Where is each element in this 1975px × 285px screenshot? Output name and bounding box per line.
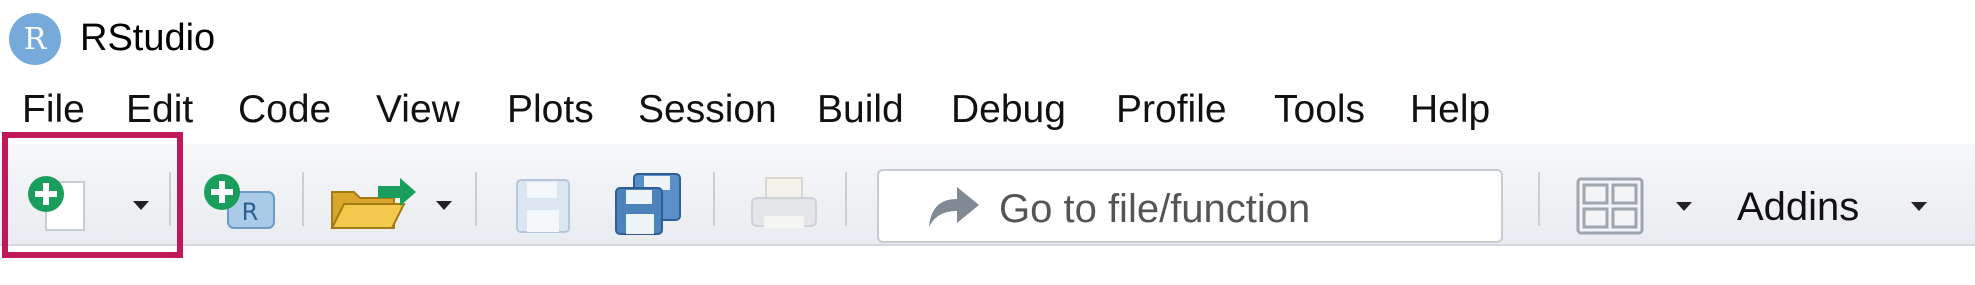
pane-layout-dropdown-caret-icon[interactable] bbox=[1676, 202, 1692, 211]
new-file-button[interactable] bbox=[22, 172, 102, 234]
toolbar-separator bbox=[169, 172, 171, 226]
menu-bar: File Edit Code View Plots Session Build … bbox=[0, 84, 1975, 144]
app-title: RStudio bbox=[80, 17, 216, 59]
toolbar-separator bbox=[302, 172, 304, 226]
pane-layout-button[interactable] bbox=[1575, 176, 1645, 236]
toolbar-separator bbox=[713, 172, 715, 226]
menu-plots[interactable]: Plots bbox=[507, 88, 594, 132]
editor-area-top bbox=[0, 246, 1975, 285]
toolbar-separator bbox=[845, 172, 847, 226]
logo-letter: R bbox=[23, 21, 47, 57]
print-button[interactable] bbox=[748, 174, 820, 234]
new-project-icon: R bbox=[204, 174, 275, 229]
save-icon bbox=[516, 179, 570, 233]
menu-help[interactable]: Help bbox=[1410, 88, 1490, 132]
pane-layout-icon bbox=[1576, 177, 1644, 235]
title-bar: R RStudio bbox=[0, 0, 1975, 80]
menu-view[interactable]: View bbox=[376, 88, 460, 132]
goto-arrow-icon bbox=[929, 187, 979, 227]
open-file-button[interactable] bbox=[328, 172, 418, 236]
new-file-plus-icon bbox=[28, 176, 85, 231]
menu-debug[interactable]: Debug bbox=[951, 88, 1066, 132]
new-file-dropdown-caret-icon[interactable] bbox=[133, 201, 149, 210]
svg-text:R: R bbox=[242, 198, 259, 226]
menu-build[interactable]: Build bbox=[817, 88, 904, 132]
menu-session[interactable]: Session bbox=[638, 88, 777, 132]
toolbar-separator bbox=[475, 172, 477, 226]
menu-file[interactable]: File bbox=[22, 88, 85, 132]
toolbar-separator bbox=[1538, 172, 1540, 226]
addins-dropdown-caret-icon[interactable] bbox=[1911, 202, 1927, 211]
addins-button[interactable]: Addins bbox=[1737, 185, 1859, 230]
print-icon bbox=[751, 177, 817, 228]
goto-placeholder-text: Go to file/function bbox=[999, 187, 1311, 231]
menu-profile[interactable]: Profile bbox=[1116, 88, 1227, 132]
save-button[interactable] bbox=[513, 176, 573, 236]
open-file-dropdown-caret-icon[interactable] bbox=[436, 201, 452, 210]
menu-edit[interactable]: Edit bbox=[126, 88, 193, 132]
open-folder-icon bbox=[330, 178, 416, 229]
rstudio-logo-icon: R bbox=[9, 13, 61, 65]
save-all-button[interactable] bbox=[612, 170, 684, 238]
goto-file-function-input[interactable]: Go to file/function bbox=[877, 169, 1503, 243]
new-project-button[interactable]: R bbox=[198, 170, 284, 240]
menu-code[interactable]: Code bbox=[238, 88, 331, 132]
save-all-icon bbox=[615, 173, 681, 235]
menu-tools[interactable]: Tools bbox=[1274, 88, 1365, 132]
